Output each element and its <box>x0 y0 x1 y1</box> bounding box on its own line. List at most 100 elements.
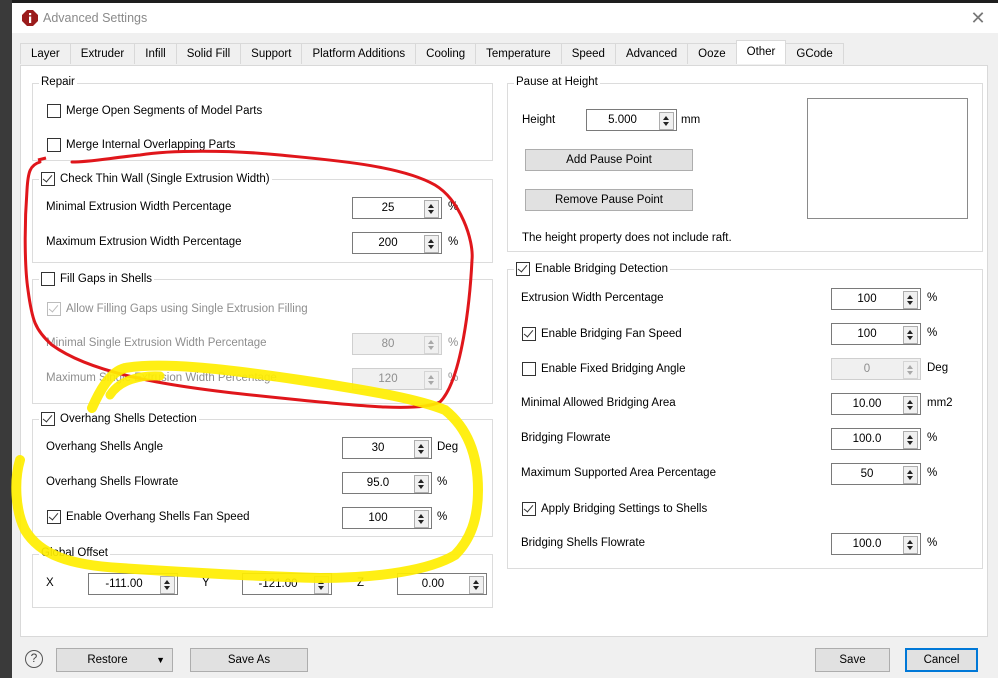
spin-arrows-icon[interactable] <box>903 431 918 449</box>
cancel-button[interactable]: Cancel <box>905 648 978 672</box>
spin-arrows-icon[interactable] <box>160 576 175 594</box>
apply-bridging-checkbox[interactable] <box>522 502 536 516</box>
height-spinbox[interactable]: 5.000 <box>586 109 677 131</box>
bridging-flowrate-spinbox[interactable]: 100.0 <box>831 428 921 450</box>
thin-wall-title[interactable]: Check Thin Wall (Single Extrusion Width) <box>39 172 272 186</box>
spin-arrows-icon[interactable] <box>903 536 918 554</box>
tab-platform-additions[interactable]: Platform Additions <box>301 43 417 64</box>
spin-arrows-icon[interactable] <box>414 510 429 528</box>
overhang-fan-row[interactable]: Enable Overhang Shells Fan Speed <box>47 510 249 524</box>
max-extrusion-spinbox[interactable]: 200 <box>352 232 442 254</box>
bridging-area-spinbox[interactable]: 10.00 <box>831 393 921 415</box>
tab-cooling[interactable]: Cooling <box>415 43 477 64</box>
merge-open-row[interactable]: Merge Open Segments of Model Parts <box>47 104 262 118</box>
apply-bridging-row[interactable]: Apply Bridging Settings to Shells <box>522 502 707 516</box>
spin-arrows-icon[interactable] <box>903 361 918 379</box>
bridging-fan-value[interactable]: 100 <box>832 324 902 344</box>
overhang-angle-spinbox[interactable]: 30 <box>342 437 432 459</box>
save-button[interactable]: Save <box>815 648 890 672</box>
close-icon[interactable]: ✕ <box>968 8 988 28</box>
offset-x-spinbox[interactable]: -111.00 <box>88 573 178 595</box>
help-icon[interactable]: ? <box>25 650 43 668</box>
overhang-fan-checkbox[interactable] <box>47 510 61 524</box>
bridging-angle-checkbox[interactable] <box>522 362 536 376</box>
allow-filling-checkbox[interactable] <box>47 302 61 316</box>
supported-area-spinbox[interactable]: 50 <box>831 463 921 485</box>
overhang-flowrate-spinbox[interactable]: 95.0 <box>342 472 432 494</box>
offset-y-spinbox[interactable]: -121.00 <box>242 573 332 595</box>
spin-arrows-icon[interactable] <box>424 336 439 354</box>
bridging-flowrate-value[interactable]: 100.0 <box>832 429 902 449</box>
bridging-shells-flowrate-spinbox[interactable]: 100.0 <box>831 533 921 555</box>
bridging-width-value[interactable]: 100 <box>832 289 902 309</box>
spin-arrows-icon[interactable] <box>903 326 918 344</box>
overhang-fan-value[interactable]: 100 <box>343 508 413 528</box>
max-extrusion-value[interactable]: 200 <box>353 233 423 253</box>
overhang-checkbox[interactable] <box>41 412 55 426</box>
bridging-fan-checkbox[interactable] <box>522 327 536 341</box>
min-extrusion-spinbox[interactable]: 25 <box>352 197 442 219</box>
spin-arrows-icon[interactable] <box>903 466 918 484</box>
min-extrusion-value[interactable]: 25 <box>353 198 423 218</box>
fill-gaps-checkbox[interactable] <box>41 272 55 286</box>
tab-speed[interactable]: Speed <box>560 43 616 64</box>
spin-arrows-icon[interactable] <box>414 440 429 458</box>
dropdown-arrow-icon[interactable]: ▼ <box>156 649 165 671</box>
spin-arrows-icon[interactable] <box>903 396 918 414</box>
spin-arrows-icon[interactable] <box>469 576 484 594</box>
bridging-fan-row[interactable]: Enable Bridging Fan Speed <box>522 327 682 341</box>
bridging-shells-flowrate-value[interactable]: 100.0 <box>832 534 902 554</box>
spin-arrows-icon[interactable] <box>314 576 329 594</box>
bridging-angle-row[interactable]: Enable Fixed Bridging Angle <box>522 362 686 376</box>
tab-advanced[interactable]: Advanced <box>614 43 689 64</box>
merge-internal-checkbox[interactable] <box>47 138 61 152</box>
tab-layer[interactable]: Layer <box>20 43 71 64</box>
merge-open-checkbox[interactable] <box>47 104 61 118</box>
bridging-area-value[interactable]: 10.00 <box>832 394 902 414</box>
spin-arrows-icon[interactable] <box>424 371 439 389</box>
bridging-fan-spinbox[interactable]: 100 <box>831 323 921 345</box>
supported-area-value[interactable]: 50 <box>832 464 902 484</box>
remove-pause-point-button[interactable]: Remove Pause Point <box>525 189 693 211</box>
spin-arrows-icon[interactable] <box>903 291 918 309</box>
overhang-fan-spinbox[interactable]: 100 <box>342 507 432 529</box>
offset-y-value[interactable]: -121.00 <box>243 574 313 594</box>
pause-points-list[interactable] <box>807 98 968 219</box>
spin-arrows-icon[interactable] <box>424 200 439 218</box>
max-single-extrusion-spinbox[interactable]: 120 <box>352 368 442 390</box>
offset-x-value[interactable]: -111.00 <box>89 574 159 594</box>
global-offset-group: Global Offset X -111.00 Y -121.00 Z 0.00 <box>32 547 493 608</box>
overhang-angle-value[interactable]: 30 <box>343 438 413 458</box>
offset-z-value[interactable]: 0.00 <box>398 574 468 594</box>
tab-support[interactable]: Support <box>240 43 303 64</box>
thin-wall-checkbox[interactable] <box>41 172 55 186</box>
allow-filling-row[interactable]: Allow Filling Gaps using Single Extrusio… <box>47 302 308 316</box>
offset-z-spinbox[interactable]: 0.00 <box>397 573 487 595</box>
spin-arrows-icon[interactable] <box>659 112 674 130</box>
spin-arrows-icon[interactable] <box>424 235 439 253</box>
restore-button[interactable]: Restore ▼ <box>56 648 173 672</box>
merge-internal-row[interactable]: Merge Internal Overlapping Parts <box>47 138 235 152</box>
tab-extruder[interactable]: Extruder <box>69 43 136 64</box>
bridging-checkbox[interactable] <box>516 262 530 276</box>
overhang-title[interactable]: Overhang Shells Detection <box>39 412 199 426</box>
overhang-flowrate-value[interactable]: 95.0 <box>343 473 413 493</box>
max-single-extrusion-value[interactable]: 120 <box>353 369 423 389</box>
bridging-angle-spinbox[interactable]: 0 <box>831 358 921 380</box>
fill-gaps-title[interactable]: Fill Gaps in Shells <box>39 272 155 286</box>
spin-arrows-icon[interactable] <box>414 475 429 493</box>
tab-temperature[interactable]: Temperature <box>475 43 562 64</box>
add-pause-point-button[interactable]: Add Pause Point <box>525 149 693 171</box>
bridging-width-spinbox[interactable]: 100 <box>831 288 921 310</box>
bridging-angle-value[interactable]: 0 <box>832 359 902 379</box>
tab-gcode[interactable]: GCode <box>785 43 844 64</box>
tab-solid-fill[interactable]: Solid Fill <box>175 43 242 64</box>
bridging-title[interactable]: Enable Bridging Detection <box>514 262 670 276</box>
tab-ooze[interactable]: Ooze <box>687 43 737 64</box>
min-single-extrusion-value[interactable]: 80 <box>353 334 423 354</box>
tab-other[interactable]: Other <box>735 40 787 64</box>
tab-infill[interactable]: Infill <box>134 43 177 64</box>
min-single-extrusion-spinbox[interactable]: 80 <box>352 333 442 355</box>
save-as-button[interactable]: Save As <box>190 648 308 672</box>
height-value[interactable]: 5.000 <box>587 110 658 130</box>
